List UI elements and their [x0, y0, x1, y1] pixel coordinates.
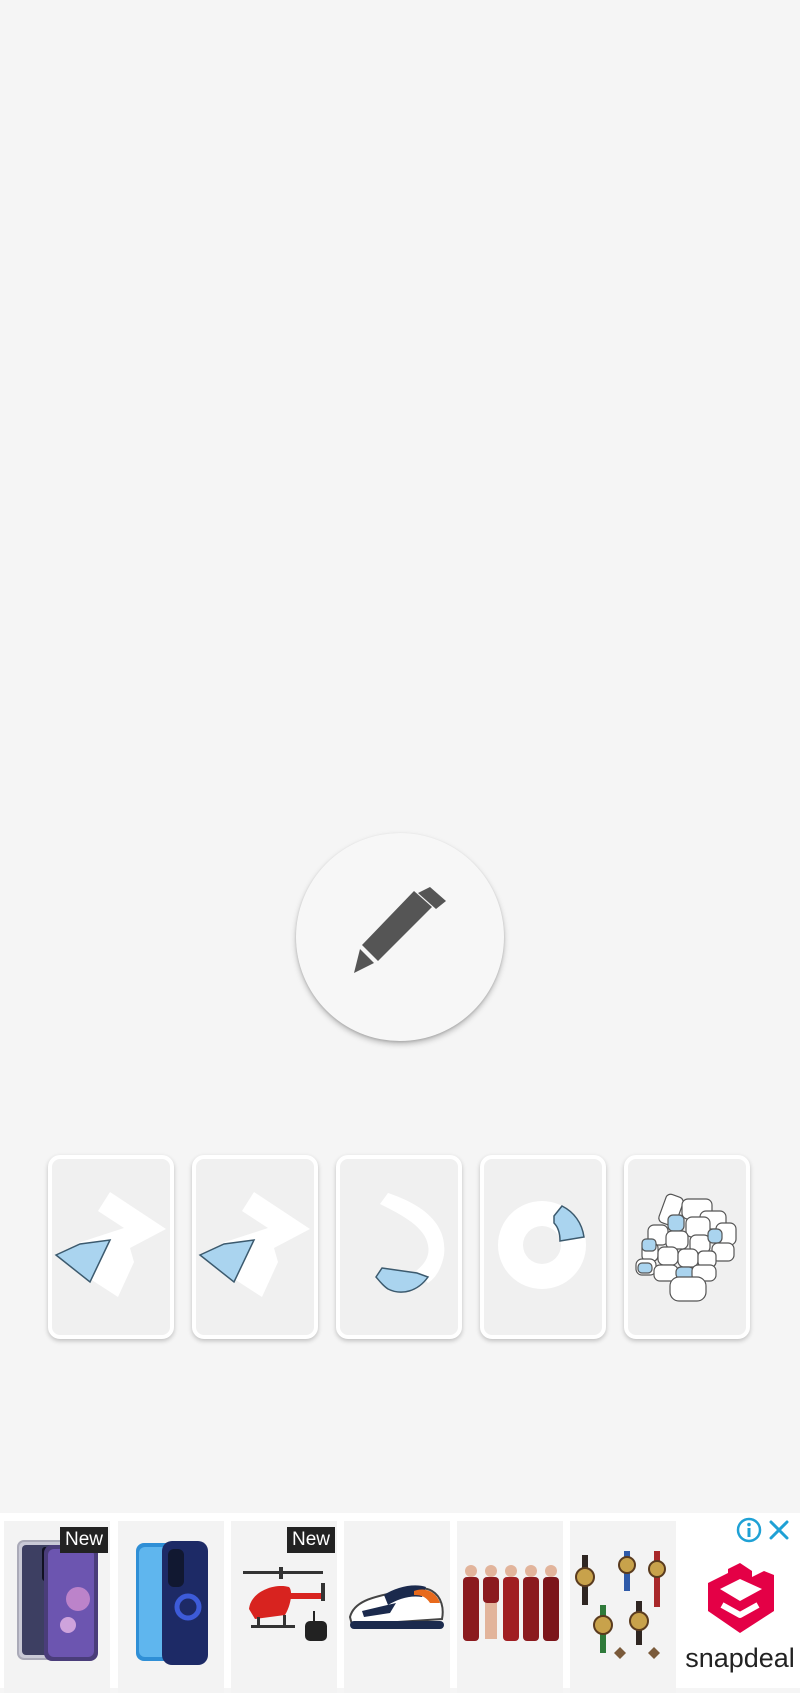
puzzle-card-3[interactable]: [336, 1155, 462, 1339]
new-badge: New: [286, 1527, 335, 1553]
ad-product-phone-case[interactable]: New: [4, 1521, 110, 1693]
ad-product-sneaker[interactable]: [344, 1521, 450, 1693]
phone-ring-case-icon: [136, 1541, 208, 1665]
puzzle-card-4[interactable]: [480, 1155, 606, 1339]
info-icon[interactable]: [736, 1517, 762, 1548]
hook-shape-icon: [375, 1193, 445, 1293]
edit-button[interactable]: [296, 833, 504, 1041]
sneaker-icon: [348, 1585, 444, 1629]
close-icon[interactable]: [768, 1519, 790, 1546]
new-badge: New: [59, 1527, 108, 1553]
ad-banner: New New snapdeal: [0, 1513, 800, 1693]
snapdeal-logo-icon: [708, 1563, 774, 1633]
zigzag-shape-icon: [54, 1192, 166, 1297]
zigzag-shape-icon: [198, 1192, 310, 1297]
ad-product-rc-helicopter[interactable]: New: [231, 1521, 337, 1693]
puzzle-card-5[interactable]: [624, 1155, 750, 1339]
snapdeal-logo[interactable]: snapdeal: [682, 1549, 798, 1687]
puzzle-card-2[interactable]: [192, 1155, 318, 1339]
brand-name: snapdeal: [685, 1643, 795, 1673]
ad-product-phone-ring-case[interactable]: [118, 1521, 224, 1693]
ad-product-nightwear-set[interactable]: [457, 1521, 563, 1693]
puzzle-card-1[interactable]: [48, 1155, 174, 1339]
puzzle-cards-row: [48, 1155, 754, 1339]
ad-choices: [736, 1517, 790, 1548]
stone-wall-icon: [635, 1193, 737, 1302]
ring-shape-icon: [498, 1201, 586, 1289]
pencil-icon: [354, 887, 446, 973]
ad-product-vintage-watches[interactable]: [570, 1521, 676, 1693]
vintage-watches-icon: [575, 1551, 666, 1659]
nightwear-set-icon: [463, 1565, 559, 1641]
